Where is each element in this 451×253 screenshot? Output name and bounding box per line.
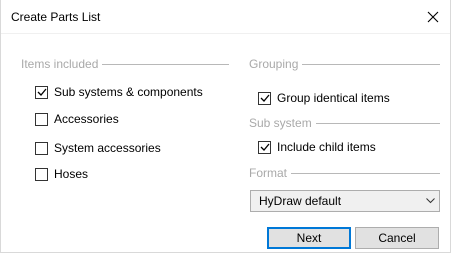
option-sub-systems-components[interactable]: Sub systems & components [35,84,203,100]
format-select-value: HyDraw default [259,194,342,208]
option-hoses[interactable]: Hoses [35,166,88,182]
items-included-label: Items included [21,57,99,71]
create-parts-list-dialog: Create Parts List Items included Sub sys… [0,0,451,253]
chevron-down-icon[interactable] [421,191,439,211]
option-label: Sub systems & components [54,85,203,99]
option-system-accessories[interactable]: System accessories [35,140,161,156]
next-button[interactable]: Next [267,227,351,249]
divider [302,63,440,65]
checkbox-unchecked[interactable] [35,112,48,126]
option-label: System accessories [54,141,161,155]
option-accessories[interactable]: Accessories [35,111,119,127]
option-label: Hoses [54,167,89,181]
cancel-button[interactable]: Cancel [355,227,439,249]
checkbox-checked[interactable] [258,140,271,154]
check-mark-icon [260,94,269,102]
close-icon [427,11,439,23]
checkbox-checked[interactable] [258,91,271,105]
option-include-child-items[interactable]: Include child items [258,139,376,155]
option-label: Group identical items [277,91,390,105]
check-mark-icon [37,88,46,96]
grouping-label: Grouping [249,57,299,71]
divider [291,172,440,174]
check-mark-icon [260,143,269,151]
format-header: Format [249,166,440,180]
option-label: Include child items [277,140,376,154]
option-group-identical-items[interactable]: Group identical items [258,90,390,106]
divider [102,63,229,65]
format-select[interactable]: HyDraw default [250,190,440,212]
divider [315,122,440,124]
grouping-header: Grouping [249,57,440,71]
dialog-title: Create Parts List [11,10,101,24]
checkbox-unchecked[interactable] [35,141,48,155]
close-button[interactable] [416,0,450,34]
title-bar: Create Parts List [1,0,450,34]
checkbox-unchecked[interactable] [35,167,48,181]
sub-system-label: Sub system [249,116,312,130]
checkbox-checked[interactable] [35,85,48,99]
sub-system-header: Sub system [249,116,440,130]
items-included-header: Items included [21,57,229,71]
option-label: Accessories [54,112,119,126]
format-label: Format [249,166,288,180]
